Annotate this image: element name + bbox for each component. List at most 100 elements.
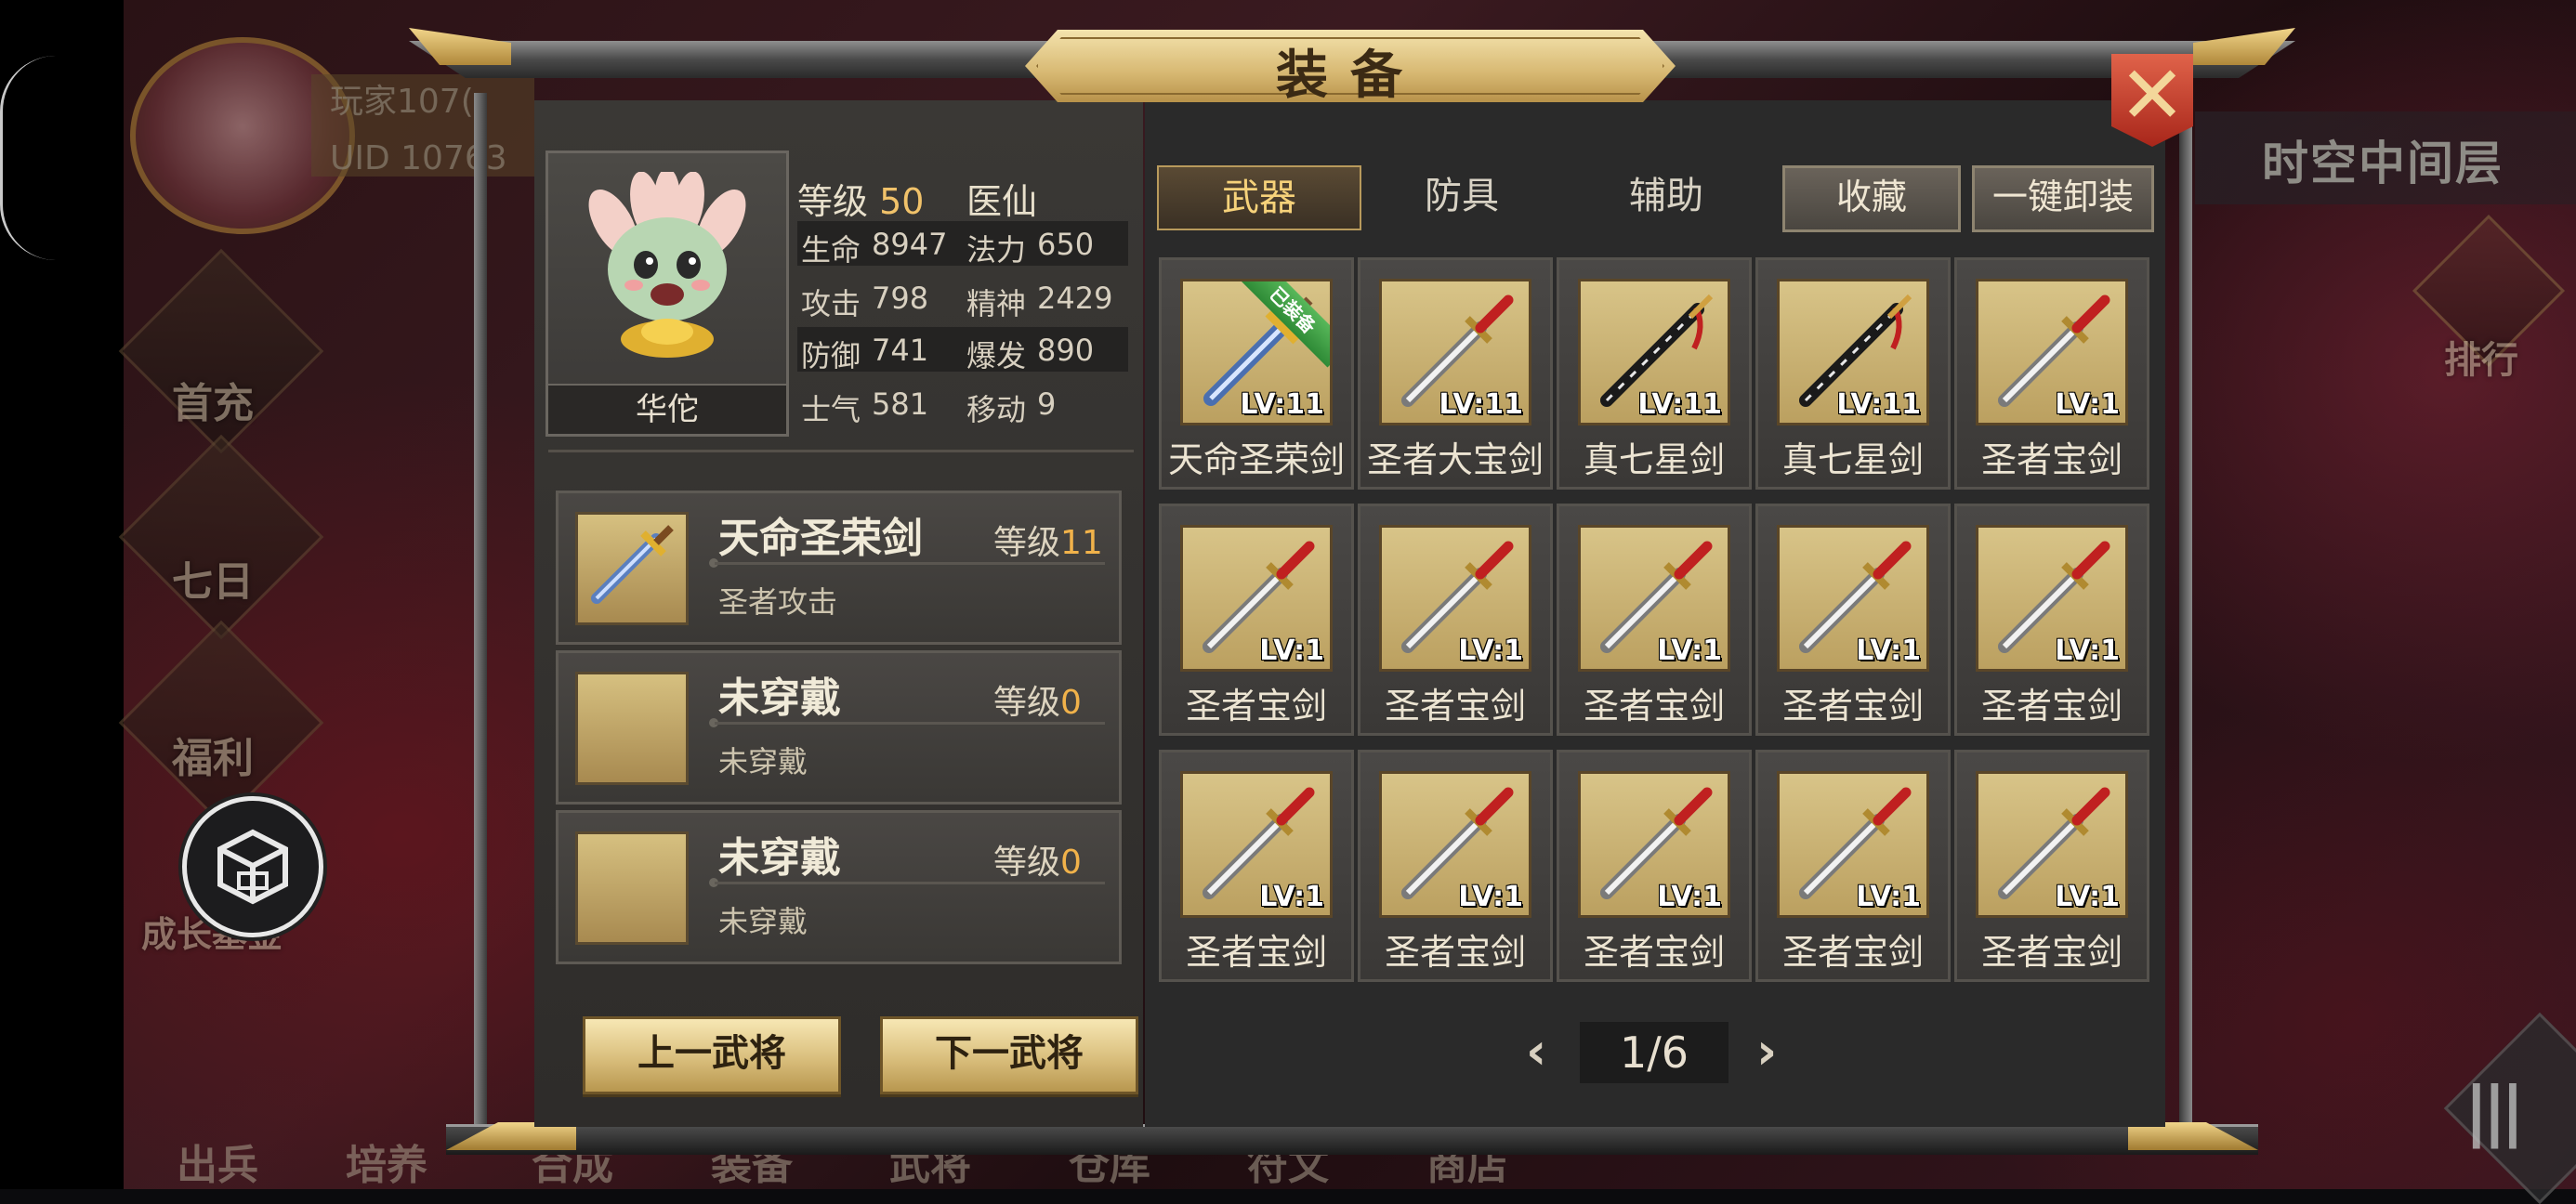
inventory-item[interactable]: LV:1 圣者宝剑 [1557, 750, 1752, 982]
item-level: LV:1 [2055, 635, 2120, 667]
item-level: LV:1 [1856, 881, 1921, 913]
item-name: 真七星剑 [1781, 439, 1924, 480]
tab-accessory[interactable]: 辅助 [1566, 165, 1767, 227]
next-general-button[interactable]: 下一武将 [880, 1016, 1138, 1094]
inventory-item[interactable]: LV:1 圣者宝剑 [1755, 504, 1951, 736]
item-level: LV:11 [1240, 388, 1324, 421]
inventory-item[interactable]: LV:1 圣者宝剑 [1954, 504, 2149, 736]
equipped-slot-armor[interactable]: 未穿戴 等级0 未穿戴 [556, 650, 1122, 805]
saint-sword-icon: LV:1 [1180, 525, 1333, 672]
inventory-item[interactable]: LV:1 圣者宝剑 [1954, 750, 2149, 982]
equipped-item-level: 等级0 [993, 684, 1082, 722]
item-name: 圣者宝剑 [1185, 932, 1327, 973]
seven-star-sword-icon: LV:11 [1578, 279, 1730, 425]
equipped-slot-weapon[interactable]: 天命圣荣剑 等级11 圣者攻击 [556, 491, 1122, 645]
item-name: 圣者宝剑 [1583, 686, 1725, 726]
level-stat: 等级 50 [797, 181, 925, 222]
close-icon: ✕ [2118, 49, 2187, 142]
saint-sword-icon: LV:1 [1777, 525, 1929, 672]
inventory-item[interactable]: LV:1 圣者宝剑 [1159, 504, 1354, 736]
unequip-all-button[interactable]: 一键卸装 [1972, 165, 2154, 232]
character-class: 医仙 [966, 181, 1038, 222]
welfare-label: 福利 [172, 735, 254, 782]
window-title: 装备 [1276, 45, 1425, 106]
inventory-item[interactable]: LV:1 圣者宝剑 [1159, 750, 1354, 982]
saint-sword-icon: LV:1 [1976, 771, 2128, 918]
item-name: 圣者宝剑 [1980, 932, 2123, 973]
equipped-item-name: 天命圣荣剑 [718, 515, 923, 562]
inventory-item[interactable]: LV:1 圣者宝剑 [1557, 504, 1752, 736]
saint-sword-icon: LV:1 [1578, 525, 1730, 672]
item-level: LV:1 [2055, 388, 2120, 421]
bottom-nav-deploy[interactable]: 出兵 [177, 1132, 258, 1191]
equipped-item-level: 等级11 [993, 524, 1103, 562]
saint-sword-icon: LV:1 [1180, 771, 1333, 918]
item-level: LV:1 [2055, 881, 2120, 913]
ranking-label: 排行 [2444, 339, 2518, 382]
item-level: LV:11 [1836, 388, 1921, 421]
inventory-item[interactable]: LV:1 圣者宝剑 [1358, 750, 1553, 982]
saint-sword-icon: LV:1 [1976, 525, 2128, 672]
favorites-button[interactable]: 收藏 [1782, 165, 1961, 232]
empty-slot-icon [575, 831, 689, 945]
inventory-item[interactable]: LV:1 圣者宝剑 [1954, 257, 2149, 490]
item-name: 圣者宝剑 [1980, 686, 2123, 726]
sword-icon [591, 525, 674, 604]
item-name: 圣者宝剑 [1384, 686, 1526, 726]
item-name: 圣者宝剑 [1781, 932, 1924, 973]
next-page-button[interactable]: › [1756, 1022, 1777, 1080]
saint-sword-icon: LV:1 [1976, 279, 2128, 425]
holy-glory-sword-icon: 已装备 LV:11 [1180, 279, 1333, 425]
equipped-item-name: 未穿戴 [718, 834, 841, 882]
prev-page-button[interactable]: ‹ [1526, 1022, 1546, 1080]
tab-armor[interactable]: 防具 [1361, 165, 1562, 227]
item-level: LV:1 [1657, 635, 1722, 667]
first-recharge-label: 首充 [172, 380, 254, 427]
equipped-item-icon [575, 512, 689, 625]
stat-row: 士气 581 移动 9 [801, 386, 1057, 427]
character-name: 华佗 [548, 384, 786, 434]
item-name: 圣者宝剑 [1583, 932, 1725, 973]
tab-weapon[interactable]: 武器 [1157, 165, 1361, 230]
item-level: LV:1 [1657, 881, 1722, 913]
saint-sword-icon: LV:1 [1578, 771, 1730, 918]
item-name: 圣者大宝剑 [1366, 439, 1544, 480]
dragon-avatar-icon [588, 172, 746, 358]
item-level: LV:1 [1856, 635, 1921, 667]
menu-icon: ||| [2464, 1073, 2525, 1149]
saint-sword-icon: LV:1 [1379, 771, 1531, 918]
saint-sword-icon: LV:1 [1777, 771, 1929, 918]
equipped-item-desc: 未穿戴 [718, 904, 808, 939]
stat-row: 攻击 798 精神 2429 [801, 281, 1113, 321]
character-portrait[interactable]: 华佗 [545, 150, 789, 437]
item-name: 真七星剑 [1583, 439, 1725, 480]
prev-general-button[interactable]: 上一武将 [583, 1016, 841, 1094]
equipped-item-desc: 圣者攻击 [718, 584, 838, 620]
item-level: LV:1 [1259, 881, 1324, 913]
empty-slot-icon [575, 672, 689, 785]
seven-star-sword-icon: LV:11 [1777, 279, 1929, 425]
growth-fund-button[interactable] [182, 796, 323, 937]
inventory-item[interactable]: LV:1 圣者宝剑 [1358, 504, 1553, 736]
item-name: 圣者宝剑 [1185, 686, 1327, 726]
inventory-item[interactable]: LV:11 真七星剑 [1557, 257, 1752, 490]
divider [548, 450, 1134, 452]
inventory-item[interactable]: LV:1 圣者宝剑 [1755, 750, 1951, 982]
character-level: 50 [879, 181, 925, 222]
item-name: 圣者宝剑 [1384, 932, 1526, 973]
inventory-item[interactable]: LV:11 圣者大宝剑 [1358, 257, 1553, 490]
cube-icon [217, 829, 288, 905]
spacetime-layer-label: 时空中间层 [2262, 137, 2504, 190]
inventory-item[interactable]: 已装备 LV:11 天命圣荣剑 [1159, 257, 1354, 490]
item-level: LV:1 [1458, 881, 1523, 913]
item-name: 圣者宝剑 [1980, 439, 2123, 480]
window-title-plate: 装备 [1025, 30, 1676, 102]
item-name: 圣者宝剑 [1781, 686, 1924, 726]
item-level: LV:11 [1637, 388, 1722, 421]
equipped-item-desc: 未穿戴 [718, 744, 808, 779]
stat-row: 生命 8947 法力 650 [797, 221, 1128, 268]
page-indicator: 1/6 [1580, 1022, 1728, 1083]
saint-sword-icon: LV:1 [1379, 525, 1531, 672]
equipped-slot-accessory[interactable]: 未穿戴 等级0 未穿戴 [556, 810, 1122, 964]
inventory-item[interactable]: LV:11 真七星剑 [1755, 257, 1951, 490]
